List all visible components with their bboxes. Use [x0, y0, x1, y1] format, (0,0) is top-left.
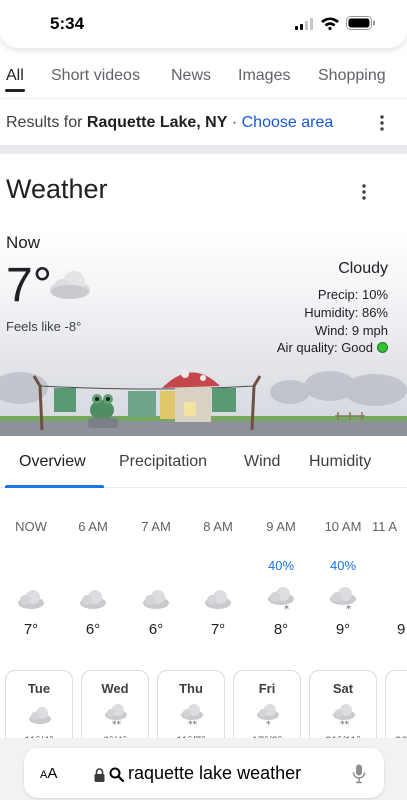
froggy-illustration	[0, 370, 407, 436]
day-name: Wed	[101, 681, 129, 696]
svg-text:**: **	[188, 720, 198, 727]
search-tabs: All Short videos News Images Shopping	[0, 58, 407, 98]
weather-more-options-icon[interactable]	[362, 184, 366, 200]
hour-temperature: 7°	[210, 621, 226, 638]
precip-chance: 40%	[267, 558, 295, 573]
snow-cloud-icon: **	[105, 704, 127, 727]
tab-news[interactable]: News	[171, 67, 211, 85]
snow-cloud-icon: **	[181, 704, 203, 727]
cellular-signal-icon	[295, 18, 313, 30]
tab-shopping[interactable]: Shopping	[318, 67, 386, 85]
choose-area-link[interactable]: Choose area	[242, 114, 334, 131]
snow-cloud-icon: *	[257, 704, 279, 727]
hour-temperature: 9	[397, 621, 406, 638]
results-separator: ·	[227, 114, 242, 131]
battery-icon	[346, 16, 375, 30]
current-temperature: 7°	[6, 259, 52, 312]
day-name: Thu	[179, 681, 203, 696]
hour-temperature: 6°	[85, 621, 101, 638]
air-quality-label: Air quality: Good	[276, 340, 373, 355]
weather-title: Weather	[6, 174, 108, 204]
snow-cloud-icon: *	[330, 587, 356, 612]
hour-temperature: 8°	[273, 621, 289, 638]
precip-chance: 40%	[329, 558, 357, 573]
cloud-icon	[143, 590, 169, 609]
hour-temperature: 7°	[23, 621, 39, 638]
browser-toolbar: AA raquette lake weather	[0, 738, 407, 800]
svg-text:*: *	[266, 720, 271, 727]
results-location-text: Results for Raquette Lake, NY · Choose a…	[6, 114, 333, 132]
day-name: Tue	[27, 681, 51, 696]
microphone-icon[interactable]	[352, 764, 366, 784]
subtab-humidity[interactable]: Humidity	[309, 453, 371, 471]
air-quality-dot-icon	[377, 342, 388, 353]
tab-all[interactable]: All	[6, 67, 24, 85]
active-subtab-indicator	[5, 485, 104, 488]
subtab-wind[interactable]: Wind	[244, 453, 280, 471]
results-prefix: Results for	[6, 114, 87, 131]
address-bar[interactable]: AA raquette lake weather	[24, 748, 384, 798]
cloud-icon	[18, 590, 44, 609]
hour-temperature: 6°	[148, 621, 164, 638]
snow-cloud-icon: *	[268, 587, 294, 612]
search-header-edge	[0, 30, 407, 48]
day-name: Sat	[332, 681, 354, 696]
svg-text:*: *	[346, 604, 351, 612]
svg-text:**: **	[340, 720, 350, 727]
hour-label: 7 AM	[141, 519, 171, 534]
section-divider	[0, 145, 407, 154]
cloud-icon	[80, 590, 106, 609]
hour-temperature: 9°	[335, 621, 351, 638]
now-label: Now	[6, 233, 41, 252]
svg-text:*: *	[284, 604, 289, 612]
hour-label: 6 AM	[78, 519, 108, 534]
wind-detail: Wind: 9 mph	[315, 323, 388, 338]
condition-label: Cloudy	[338, 260, 388, 277]
hour-label: NOW	[15, 519, 47, 534]
hour-label: 8 AM	[203, 519, 233, 534]
results-location: Raquette Lake, NY	[86, 114, 228, 131]
active-tab-indicator	[5, 89, 25, 92]
air-quality-row[interactable]: Air quality: Good	[277, 340, 388, 355]
hour-label: 10 AM	[324, 519, 362, 534]
lock-icon	[94, 768, 105, 782]
text-size-button[interactable]: AA	[40, 765, 57, 782]
location-row: Results for Raquette Lake, NY · Choose a…	[0, 98, 407, 144]
address-text: raquette lake weather	[128, 763, 302, 783]
humidity-detail: Humidity: 86%	[304, 305, 388, 320]
hour-label: 9 AM	[266, 519, 296, 534]
cloud-icon	[205, 590, 231, 609]
feels-like: Feels like -8°	[6, 319, 82, 334]
wifi-icon	[321, 17, 339, 30]
subtab-precipitation[interactable]: Precipitation	[119, 453, 207, 471]
more-options-icon[interactable]	[380, 115, 384, 131]
cloud-icon	[50, 271, 90, 299]
tab-images[interactable]: Images	[238, 67, 290, 85]
tab-short-videos[interactable]: Short videos	[51, 67, 140, 85]
snow-cloud-icon: **	[333, 704, 355, 727]
hour-label: 11 A	[372, 519, 398, 534]
cloud-icon	[29, 707, 51, 724]
precip-detail: Precip: 10%	[317, 287, 388, 302]
search-icon	[109, 767, 124, 782]
weather-subtabs: Overview Precipitation Wind Humidity	[0, 436, 407, 488]
day-name: Fri	[258, 681, 276, 696]
svg-text:**: **	[112, 720, 122, 727]
subtab-overview[interactable]: Overview	[19, 453, 86, 471]
